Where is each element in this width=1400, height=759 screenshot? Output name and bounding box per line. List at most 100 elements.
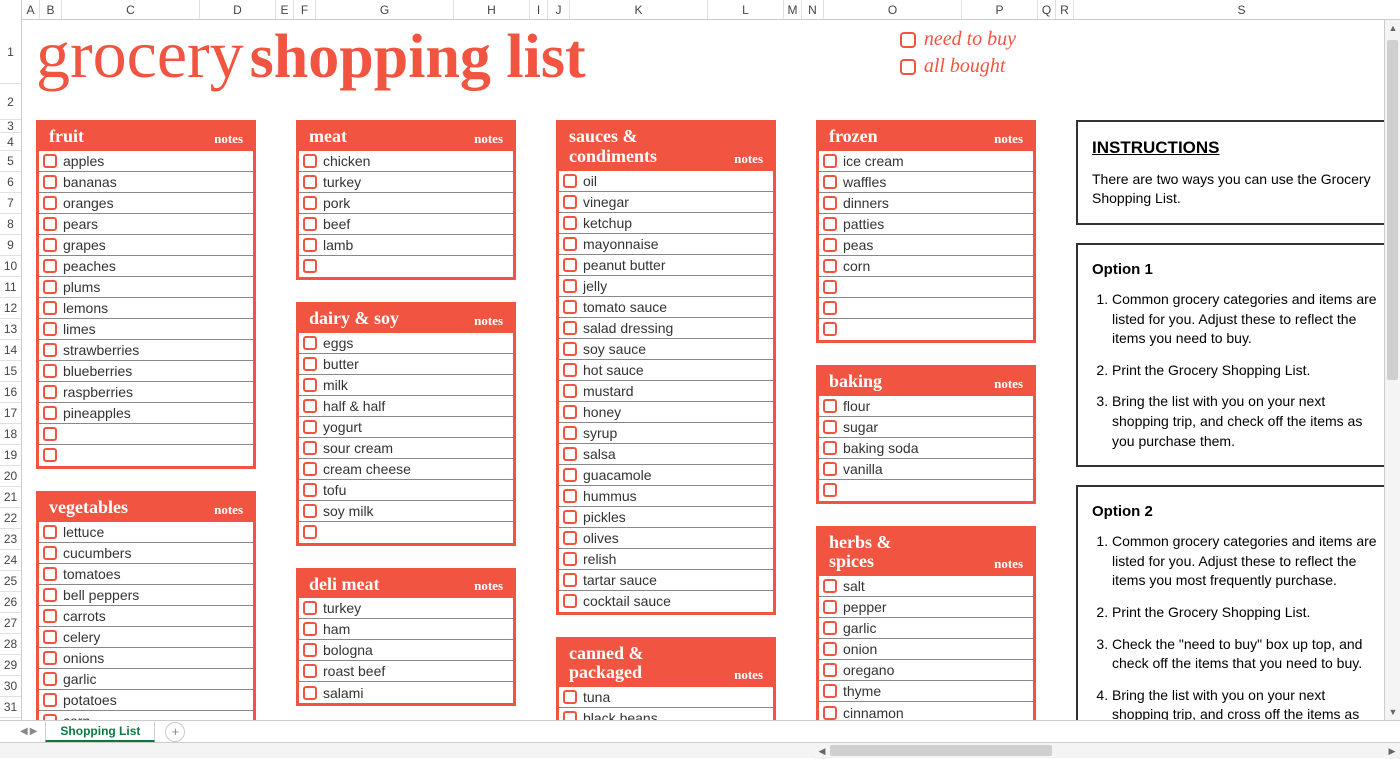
row-header-14[interactable]: 14 — [0, 340, 21, 361]
column-header-f[interactable]: F — [294, 0, 316, 19]
checkbox-icon[interactable] — [303, 378, 317, 392]
column-header-d[interactable]: D — [200, 0, 276, 19]
checkbox-icon[interactable] — [43, 672, 57, 686]
scroll-down-arrow[interactable]: ▼ — [1385, 704, 1400, 720]
list-item[interactable]: jelly — [559, 276, 773, 297]
checkbox-icon[interactable] — [823, 420, 837, 434]
checkbox-icon[interactable] — [43, 588, 57, 602]
checkbox-icon[interactable] — [43, 546, 57, 560]
checkbox-icon[interactable] — [823, 684, 837, 698]
checkbox-icon[interactable] — [823, 621, 837, 635]
checkbox-icon[interactable] — [823, 462, 837, 476]
row-header-30[interactable]: 30 — [0, 676, 21, 697]
list-item[interactable]: vinegar — [559, 192, 773, 213]
checkbox-icon[interactable] — [43, 385, 57, 399]
checkbox-icon[interactable] — [823, 322, 837, 336]
checkbox-icon[interactable] — [823, 175, 837, 189]
checkbox-icon[interactable] — [303, 420, 317, 434]
select-all-corner[interactable] — [0, 0, 22, 20]
list-item[interactable]: raspberries — [39, 382, 253, 403]
column-header-a[interactable]: A — [22, 0, 40, 19]
checkbox-icon[interactable] — [43, 259, 57, 273]
list-item[interactable]: plums — [39, 277, 253, 298]
list-item[interactable]: oregano — [819, 660, 1033, 681]
list-item[interactable] — [39, 445, 253, 466]
list-item[interactable]: lettuce — [39, 522, 253, 543]
list-item[interactable]: salami — [299, 682, 513, 703]
list-item[interactable]: chicken — [299, 151, 513, 172]
list-item[interactable]: hummus — [559, 486, 773, 507]
checkbox-icon[interactable] — [303, 238, 317, 252]
scroll-right-arrow[interactable]: ▶ — [1384, 743, 1400, 759]
checkbox-icon[interactable] — [563, 405, 577, 419]
list-item[interactable]: cucumbers — [39, 543, 253, 564]
list-item[interactable]: garlic — [39, 669, 253, 690]
list-item[interactable]: thyme — [819, 681, 1033, 702]
list-item[interactable]: oranges — [39, 193, 253, 214]
list-item[interactable]: lamb — [299, 235, 513, 256]
list-item[interactable]: cinnamon — [819, 702, 1033, 720]
list-item[interactable]: apples — [39, 151, 253, 172]
checkbox-icon[interactable] — [563, 711, 577, 720]
checkbox-icon[interactable] — [303, 622, 317, 636]
row-header-19[interactable]: 19 — [0, 445, 21, 466]
row-header-22[interactable]: 22 — [0, 508, 21, 529]
list-item[interactable]: bell peppers — [39, 585, 253, 606]
checkbox-icon[interactable] — [43, 567, 57, 581]
list-item[interactable]: potatoes — [39, 690, 253, 711]
list-item[interactable]: corn — [819, 256, 1033, 277]
list-item[interactable] — [299, 522, 513, 543]
checkbox-icon[interactable] — [563, 426, 577, 440]
checkbox-icon[interactable] — [563, 384, 577, 398]
checkbox-icon[interactable] — [823, 238, 837, 252]
row-header-29[interactable]: 29 — [0, 655, 21, 676]
row-header-10[interactable]: 10 — [0, 256, 21, 277]
vertical-scroll-thumb[interactable] — [1387, 40, 1398, 380]
list-item[interactable]: lemons — [39, 298, 253, 319]
list-item[interactable]: turkey — [299, 598, 513, 619]
checkbox-icon[interactable] — [303, 175, 317, 189]
column-header-n[interactable]: N — [802, 0, 824, 19]
column-header-s[interactable]: S — [1074, 0, 1400, 19]
column-header-q[interactable]: Q — [1038, 0, 1056, 19]
checkbox-icon[interactable] — [563, 363, 577, 377]
list-item[interactable]: mayonnaise — [559, 234, 773, 255]
row-header-28[interactable]: 28 — [0, 634, 21, 655]
column-header-r[interactable]: R — [1056, 0, 1074, 19]
list-item[interactable]: yogurt — [299, 417, 513, 438]
row-header-3[interactable]: 3 — [0, 120, 21, 133]
checkbox-icon[interactable] — [303, 196, 317, 210]
checkbox-icon[interactable] — [823, 399, 837, 413]
list-item[interactable]: bologna — [299, 640, 513, 661]
checkbox-icon[interactable] — [43, 175, 57, 189]
checkbox-icon[interactable] — [823, 301, 837, 315]
list-item[interactable]: strawberries — [39, 340, 253, 361]
list-item[interactable]: pickles — [559, 507, 773, 528]
checkbox-icon[interactable] — [823, 259, 837, 273]
list-item[interactable]: milk — [299, 375, 513, 396]
checkbox-icon[interactable] — [563, 258, 577, 272]
list-item[interactable]: turkey — [299, 172, 513, 193]
list-item[interactable]: grapes — [39, 235, 253, 256]
tab-first-icon[interactable]: ◀ — [20, 726, 28, 737]
row-header-13[interactable]: 13 — [0, 319, 21, 340]
checkbox-icon[interactable] — [823, 483, 837, 497]
checkbox-icon[interactable] — [563, 300, 577, 314]
checkbox-icon[interactable] — [823, 441, 837, 455]
row-header-6[interactable]: 6 — [0, 172, 21, 193]
list-item[interactable]: flour — [819, 396, 1033, 417]
column-header-l[interactable]: L — [708, 0, 784, 19]
row-header-12[interactable]: 12 — [0, 298, 21, 319]
column-header-b[interactable]: B — [40, 0, 62, 19]
checkbox-icon[interactable] — [563, 216, 577, 230]
checkbox-icon[interactable] — [823, 663, 837, 677]
column-header-p[interactable]: P — [962, 0, 1038, 19]
list-item[interactable]: beef — [299, 214, 513, 235]
list-item[interactable]: baking soda — [819, 438, 1033, 459]
list-item[interactable]: cream cheese — [299, 459, 513, 480]
checkbox-icon[interactable] — [563, 531, 577, 545]
list-item[interactable]: limes — [39, 319, 253, 340]
checkbox-icon[interactable] — [563, 594, 577, 608]
list-item[interactable] — [299, 256, 513, 277]
checkbox-icon[interactable] — [823, 280, 837, 294]
